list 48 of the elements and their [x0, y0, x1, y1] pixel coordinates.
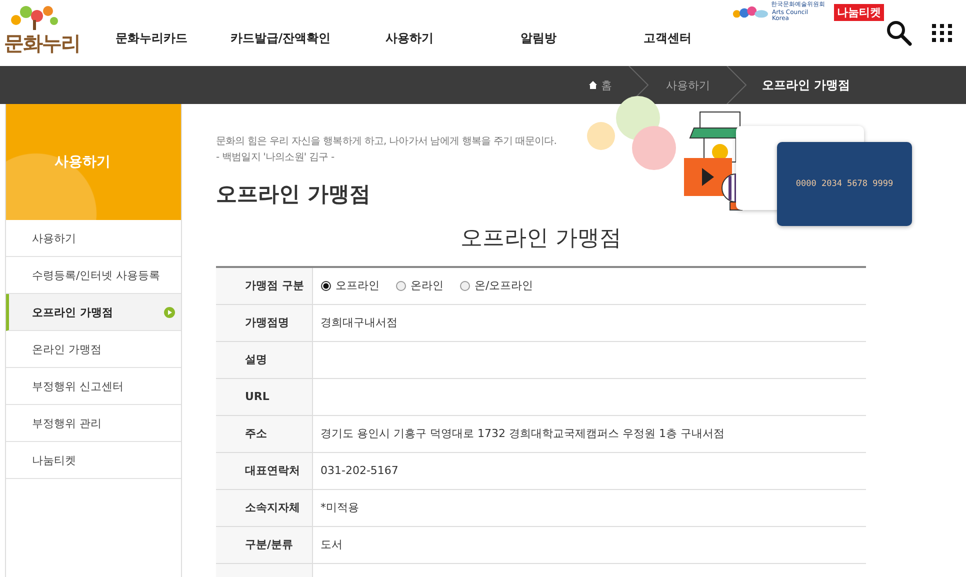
grid-menu-icon[interactable]	[932, 24, 952, 42]
sidebar-menu-item[interactable]: 부정행위 신고센터	[6, 368, 181, 405]
field-label: 설명	[216, 341, 312, 378]
page-title: 오프라인 가맹점	[216, 181, 372, 208]
breadcrumb-link[interactable]: 오프라인 가맹점	[748, 76, 866, 94]
home-icon	[588, 81, 597, 89]
search-icon[interactable]	[886, 20, 912, 46]
sidebar-menu-item[interactable]: 부정행위 관리	[6, 405, 181, 442]
field-label: 대표연락처	[216, 452, 312, 489]
sidebar-menu-item[interactable]: 온라인 가맹점	[6, 331, 181, 368]
sidebar-menu-item[interactable]: 사용하기	[6, 220, 181, 257]
field-label: 주소	[216, 415, 312, 452]
nav-menu-item[interactable]: 사용하기	[345, 30, 474, 66]
radio-button[interactable]	[460, 280, 470, 291]
play-circle-icon	[164, 306, 175, 318]
sidebar-title: 사용하기	[54, 153, 110, 171]
radio-label: 오프라인	[336, 278, 380, 294]
quote-author: - 백범일지 '나의소원' 김구 -	[216, 151, 336, 165]
field-label: URL	[216, 378, 312, 415]
field-value: *미적용	[312, 489, 866, 526]
quote-text: 문화의 힘은 우리 자신을 행복하게 하고, 나아가서 남에게 행복을 주기 때문이다.	[216, 135, 557, 149]
field-value: 도서	[312, 526, 866, 563]
ticket-logo[interactable]: 나눔티켓	[834, 4, 884, 20]
field-value: 경희대구내서점	[312, 304, 866, 341]
radio-label: 온라인	[410, 278, 444, 294]
radio-option[interactable]: 온라인	[396, 278, 444, 294]
field-label: 소속지자체	[216, 489, 312, 526]
radio-option[interactable]: 온/오프라인	[460, 278, 534, 294]
nav-menu-item[interactable]: 알림방	[474, 30, 603, 66]
dots-logo-icon	[732, 5, 768, 19]
field-label: 가맹점 구분	[216, 267, 312, 304]
field-label: 가맹점명	[216, 304, 312, 341]
radio-button[interactable]	[396, 280, 406, 291]
breadcrumb-link[interactable]: 홈	[572, 78, 628, 92]
radio-button[interactable]	[320, 280, 330, 291]
field-value: 경기도 용인시 기흥구 덕영대로 1732 경희대학교국제캠퍼스 우정원 1층 구내서점	[312, 415, 866, 452]
chevron-divider-icon	[726, 66, 748, 104]
nav-menu-item[interactable]: 카드발급/잔액확인	[216, 30, 345, 66]
card-number: 0000 2034 5678 9999	[796, 179, 894, 189]
section-title: 오프라인 가맹점	[460, 226, 622, 253]
radio-option[interactable]: 오프라인	[320, 278, 380, 294]
radio-label: 온/오프라인	[474, 278, 534, 294]
breadcrumb-link[interactable]: 사용하기	[650, 78, 726, 92]
sidebar-menu-item[interactable]: 나눔티켓	[6, 442, 181, 479]
sidebar-menu-item[interactable]: 오프라인 가맹점	[6, 294, 181, 331]
nav-menu-item[interactable]: 고객센터	[603, 30, 732, 66]
field-value: 031-202-5167	[312, 452, 866, 489]
field-label: 구분/분류	[216, 526, 312, 563]
